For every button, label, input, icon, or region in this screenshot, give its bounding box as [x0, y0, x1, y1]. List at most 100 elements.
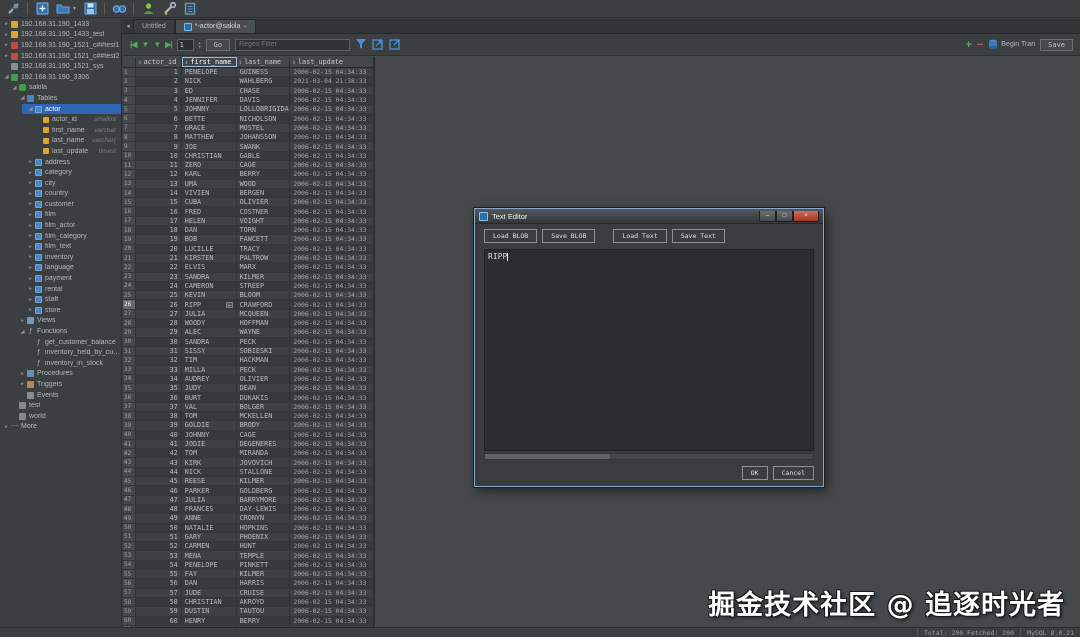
cell-last-name[interactable]: CRONYN — [237, 514, 291, 522]
cell-actor-id[interactable]: 24 — [136, 282, 182, 290]
tree-expander-icon[interactable]: ▸ — [3, 32, 10, 38]
save-text-button[interactable]: Save Text — [672, 229, 725, 243]
tab-actor-data[interactable]: *-actor@sakila ● — [175, 19, 256, 33]
tree-item-Events[interactable]: Events — [0, 390, 121, 401]
cell-actor-id[interactable]: 49 — [136, 514, 182, 522]
cell-first-name[interactable]: JULIA — [182, 496, 237, 504]
tree-expander-icon[interactable]: ▸ — [3, 424, 10, 430]
cell-last-name[interactable]: BERRY — [237, 617, 291, 625]
tree-item-payment[interactable]: ▸payment — [0, 273, 121, 284]
table-row-26[interactable]: 2626RIPP…CRAWFORD2006-02-15 04:34:33 — [123, 300, 374, 309]
cell-first-name[interactable]: DUSTIN — [182, 607, 237, 615]
begin-transaction-button[interactable]: Begin Tran — [988, 39, 1035, 50]
row-number[interactable]: 47 — [123, 496, 136, 504]
table-row-5[interactable]: 55JOHNNYLOLLOBRIGIDA2006-02-15 04:34:33 — [123, 105, 374, 114]
cell-last-update[interactable]: 2006-02-15 04:34:33 — [290, 431, 374, 439]
user-manager-icon[interactable] — [141, 2, 155, 16]
regex-filter-input[interactable] — [235, 39, 350, 51]
cell-last-name[interactable]: SWANK — [237, 142, 291, 150]
cell-last-name[interactable]: KILMER — [237, 570, 291, 578]
cell-actor-id[interactable]: 8 — [136, 133, 182, 141]
tree-item-address[interactable]: ▸address — [0, 157, 121, 168]
cell-actor-id[interactable]: 43 — [136, 458, 182, 466]
first-row-button[interactable]: |◀ — [130, 40, 136, 49]
table-row-16[interactable]: 1616FREDCOSTNER2006-02-15 04:34:33 — [123, 207, 374, 216]
cell-first-name[interactable]: AUDREY — [182, 375, 237, 383]
cell-actor-id[interactable]: 38 — [136, 412, 182, 420]
cell-last-update[interactable]: 2006-02-15 04:34:33 — [290, 449, 374, 457]
tree-item-staff[interactable]: ▸staff — [0, 294, 121, 305]
cell-actor-id[interactable]: 27 — [136, 310, 182, 318]
table-row-38[interactable]: 3838TOMMCKELLEN2006-02-15 04:34:33 — [123, 412, 374, 421]
row-number[interactable]: 10 — [123, 152, 136, 160]
tree-item-film[interactable]: ▸film — [0, 210, 121, 221]
minimize-icon[interactable]: – — [759, 211, 776, 222]
table-row-22[interactable]: 2222ELVISMARX2006-02-15 04:34:33 — [123, 263, 374, 272]
cell-first-name[interactable]: TOM — [182, 449, 237, 457]
cell-actor-id[interactable]: 46 — [136, 486, 182, 494]
table-row-21[interactable]: 2121KIRSTENPALTROW2006-02-15 04:34:33 — [123, 254, 374, 263]
new-editor-icon[interactable] — [35, 2, 49, 16]
cell-actor-id[interactable]: 29 — [136, 328, 182, 336]
load-text-button[interactable]: Load Text — [613, 229, 666, 243]
cell-actor-id[interactable]: 31 — [136, 347, 182, 355]
cell-first-name[interactable]: JULIA — [182, 310, 237, 318]
table-row-40[interactable]: 4040JOHNNYCAGE2006-02-15 04:34:33 — [123, 431, 374, 440]
tree-item-Functions[interactable]: ◢ƒFunctions — [0, 326, 121, 337]
cell-last-update[interactable]: 2006-02-15 04:34:33 — [290, 105, 374, 113]
row-number[interactable]: 38 — [123, 412, 136, 420]
tree-expander-icon[interactable]: ▸ — [19, 318, 26, 324]
row-number[interactable]: 35 — [123, 384, 136, 392]
cell-first-name[interactable]: JOHNNY — [182, 431, 237, 439]
cell-first-name[interactable]: BURT — [182, 393, 237, 401]
cell-first-name[interactable]: MATTHEW — [182, 133, 237, 141]
tree-item-film_category[interactable]: ▸film_category — [0, 231, 121, 242]
row-number[interactable]: 17 — [123, 217, 136, 225]
sort-icon[interactable]: ⇕ — [292, 59, 296, 66]
cell-last-update[interactable]: 2006-02-15 04:34:33 — [290, 310, 374, 318]
cell-first-name[interactable]: JUDY — [182, 384, 237, 392]
cell-actor-id[interactable]: 19 — [136, 235, 182, 243]
cell-last-update[interactable]: 2006-02-15 04:34:33 — [290, 440, 374, 448]
cell-last-name[interactable]: DAY-LEWIS — [237, 505, 291, 513]
table-row-7[interactable]: 77GRACEMOSTEL2006-02-15 04:34:33 — [123, 124, 374, 133]
cell-last-name[interactable]: MCKELLEN — [237, 412, 291, 420]
cell-actor-id[interactable]: 25 — [136, 291, 182, 299]
row-number[interactable]: 2 — [123, 77, 136, 85]
cell-last-name[interactable]: DUKAKIS — [237, 393, 291, 401]
tree-item-film_actor[interactable]: ▸film_actor — [0, 220, 121, 231]
cell-first-name[interactable]: LUCILLE — [182, 245, 237, 253]
cell-last-update[interactable]: 2006-02-15 04:34:33 — [290, 133, 374, 141]
cell-last-update[interactable]: 2006-02-15 04:34:33 — [290, 114, 374, 122]
cell-actor-id[interactable]: 52 — [136, 542, 182, 550]
cell-last-update[interactable]: 2006-02-15 04:34:33 — [290, 328, 374, 336]
table-row-9[interactable]: 99JOESWANK2006-02-15 04:34:33 — [123, 142, 374, 151]
tree-item-rental[interactable]: ▸rental — [0, 284, 121, 295]
table-row-29[interactable]: 2929ALECWAYNE2006-02-15 04:34:33 — [123, 328, 374, 337]
cell-first-name[interactable]: WOODY — [182, 319, 237, 327]
cell-last-update[interactable]: 2006-02-15 04:34:33 — [290, 366, 374, 374]
prev-set-button[interactable]: ▼ — [141, 40, 148, 49]
table-row-54[interactable]: 5454PENELOPEPINKETT2006-02-15 04:34:33 — [123, 561, 374, 570]
cell-last-update[interactable]: 2006-02-15 04:34:33 — [290, 68, 374, 76]
cell-last-name[interactable]: HOFFMAN — [237, 319, 291, 327]
row-offset-input[interactable] — [177, 39, 194, 51]
cell-last-name[interactable]: OLIVIER — [237, 375, 291, 383]
cell-actor-id[interactable]: 51 — [136, 533, 182, 541]
cell-first-name[interactable]: JODIE — [182, 440, 237, 448]
tree-item-category[interactable]: ▸category — [0, 167, 121, 178]
cell-first-name[interactable]: GRACE — [182, 124, 237, 132]
cell-last-name[interactable]: WOOD — [237, 180, 291, 188]
tab-scroll-left-icon[interactable]: ◂ — [123, 19, 133, 33]
cell-first-name[interactable]: CHRISTIAN — [182, 598, 237, 606]
cell-actor-id[interactable]: 33 — [136, 366, 182, 374]
tree-item-192.168.31.190_3306[interactable]: ◢192.168.31.190_3306 — [0, 72, 121, 83]
cell-first-name[interactable]: JOHNNY — [182, 105, 237, 113]
row-number[interactable]: 23 — [123, 273, 136, 281]
cell-first-name[interactable]: PENELOPE — [182, 561, 237, 569]
row-number[interactable]: 19 — [123, 235, 136, 243]
row-number[interactable]: 28 — [123, 319, 136, 327]
cell-last-update[interactable]: 2006-02-15 04:34:33 — [290, 533, 374, 541]
row-number[interactable]: 43 — [123, 458, 136, 466]
cell-first-name[interactable]: PARKER — [182, 486, 237, 494]
